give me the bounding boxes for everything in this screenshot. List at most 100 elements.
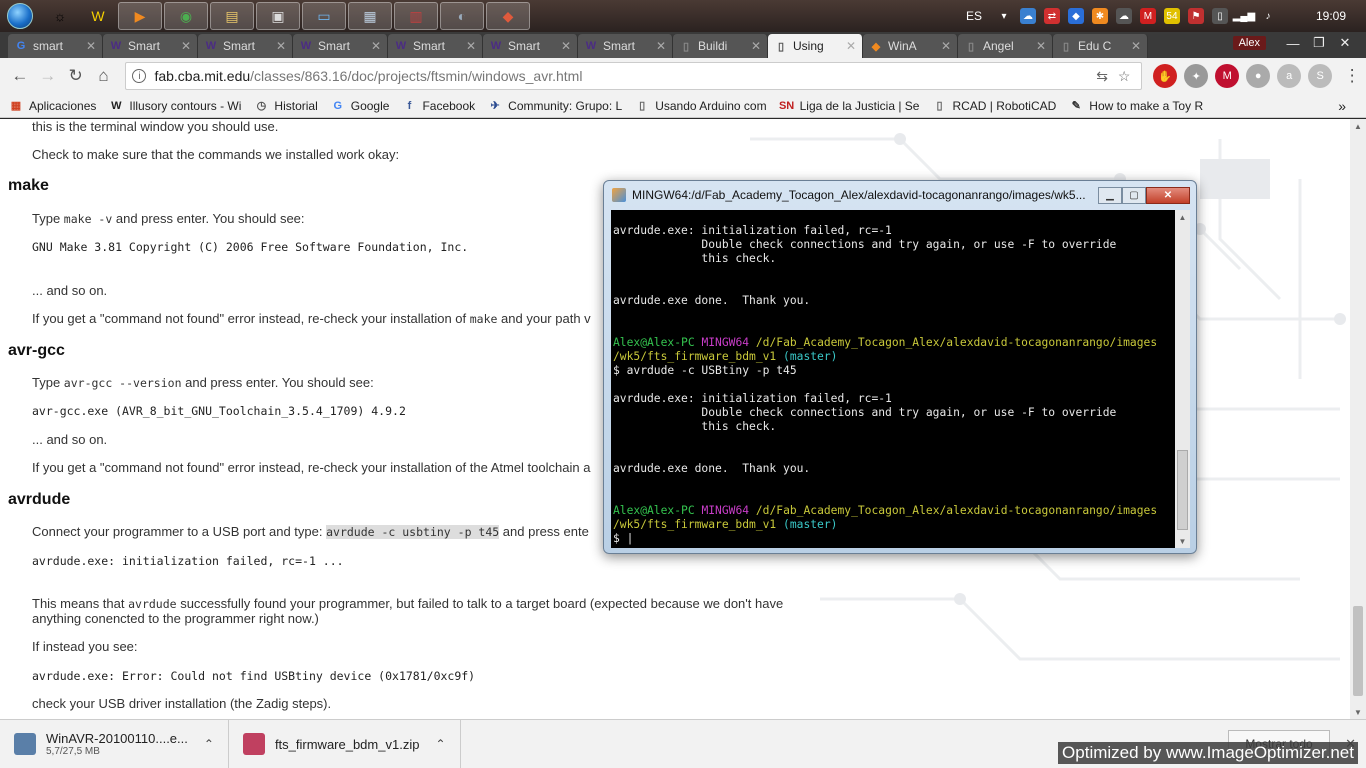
home-button[interactable]: ⌂ <box>90 62 118 90</box>
mega-tray-icon[interactable]: M <box>1139 8 1156 24</box>
taskbar-app-button[interactable]: ☼ <box>42 2 78 30</box>
bookmark-historial[interactable]: ◷ Historial <box>253 98 318 114</box>
taskbar-app-button[interactable]: ◆ <box>486 2 530 30</box>
page-scrollbar[interactable]: ▲ ▼ <box>1350 119 1366 719</box>
reload-button[interactable]: ↻ <box>62 62 90 90</box>
tab-close-icon[interactable]: ✕ <box>86 39 96 53</box>
tab-smart-4[interactable]: W Smart ✕ <box>388 34 483 58</box>
tab-close-icon[interactable]: ✕ <box>371 39 381 53</box>
tab-smart-3[interactable]: W Smart ✕ <box>293 34 388 58</box>
bookmark-toy-robot[interactable]: ✎ How to make a Toy R <box>1068 98 1203 114</box>
bookmark-illusory-contours[interactable]: W Illusory contours - Wi <box>108 98 241 114</box>
volume-tray-icon[interactable]: ♪ <box>1260 8 1276 24</box>
chevron-up-icon[interactable]: ⌃ <box>204 737 214 751</box>
tab-winavr[interactable]: ◆ WinA ✕ <box>863 34 958 58</box>
tab-smart-1[interactable]: W Smart ✕ <box>103 34 198 58</box>
language-indicator[interactable]: ES <box>966 9 982 23</box>
taskbar-app-button[interactable]: ▤ <box>210 2 254 30</box>
download-winavr[interactable]: WinAVR-20100110....e... 5,7/27,5 MB ⌃ <box>0 719 229 768</box>
taskbar-app-button[interactable]: ▣ <box>256 2 300 30</box>
minimize-icon[interactable]: — <box>1280 34 1306 52</box>
close-icon[interactable]: ✕ <box>1332 34 1358 52</box>
tab-close-icon[interactable]: ✕ <box>466 39 476 53</box>
mega-extension-icon[interactable]: M <box>1215 64 1240 88</box>
bookmark-rcad[interactable]: ▯ RCAD | RobotiCAD <box>931 98 1056 114</box>
badge-tray-icon[interactable]: 54 <box>1163 8 1180 24</box>
usb-tray-icon[interactable]: ▯ <box>1211 8 1228 24</box>
cloud-tray-icon[interactable]: ☁ <box>1115 8 1132 24</box>
terminal-minimize-icon[interactable]: ▁ <box>1098 186 1122 204</box>
tab-close-icon[interactable]: ✕ <box>1131 39 1141 53</box>
teamviewer-tray-icon[interactable]: ⇄ <box>1043 8 1060 24</box>
tab-smart-6[interactable]: W Smart ✕ <box>578 34 673 58</box>
mingw64-terminal-window[interactable]: MINGW64:/d/Fab_Academy_Tocagon_Alex/alex… <box>603 180 1197 554</box>
tab-close-icon[interactable]: ✕ <box>276 39 286 53</box>
download-fts-firmware[interactable]: fts_firmware_bdm_v1.zip ⌃ <box>229 719 461 768</box>
back-button[interactable]: ← <box>6 62 34 90</box>
extension-2-icon[interactable]: ✦ <box>1184 64 1209 88</box>
forward-button[interactable]: → <box>34 62 62 90</box>
tab-edu[interactable]: ▯ Edu C ✕ <box>1053 34 1148 58</box>
terminal-scroll-down-icon[interactable]: ▼ <box>1175 534 1190 548</box>
terminal-scrollbar-thumb[interactable] <box>1177 450 1188 530</box>
skype-extension-icon[interactable]: S <box>1308 64 1333 88</box>
address-bar[interactable]: i fab.cba.mit.edu/classes/863.16/doc/pro… <box>125 62 1143 90</box>
taskbar-app-button[interactable]: ▥ <box>394 2 438 30</box>
adblock-extension-icon[interactable]: ✋ <box>1153 64 1178 88</box>
bookmarks-overflow-icon[interactable]: » <box>1338 98 1346 114</box>
tab-favicon-icon: W <box>110 40 122 52</box>
tab-close-icon[interactable]: ✕ <box>846 39 856 53</box>
extension-4-icon[interactable]: ● <box>1246 64 1271 88</box>
bookmark-community-grupo[interactable]: ✈ Community: Grupo: L <box>487 98 623 114</box>
tab-close-icon[interactable]: ✕ <box>656 39 666 53</box>
terminal-maximize-icon[interactable]: ▢ <box>1122 186 1146 204</box>
tab-close-icon[interactable]: ✕ <box>561 39 571 53</box>
terminal-close-icon[interactable]: ✕ <box>1146 186 1190 204</box>
scrollbar-thumb[interactable] <box>1353 606 1363 696</box>
tab-close-icon[interactable]: ✕ <box>941 39 951 53</box>
taskbar-app-button[interactable]: ▶ <box>118 2 162 30</box>
tray-expand-icon[interactable]: ▾ <box>996 8 1012 24</box>
taskbar-app-button[interactable]: ◐ <box>440 2 484 30</box>
tab-close-icon[interactable]: ✕ <box>1036 39 1046 53</box>
extension-5-icon[interactable]: a <box>1277 64 1302 88</box>
taskbar-app-button[interactable]: ▦ <box>348 2 392 30</box>
profile-button[interactable]: Alex <box>1232 36 1266 50</box>
bookmark-liga-justicia[interactable]: SN Liga de la Justicia | Se <box>779 98 920 114</box>
tab-smart-5[interactable]: W Smart ✕ <box>483 34 578 58</box>
scroll-down-icon[interactable]: ▼ <box>1350 705 1366 719</box>
maximize-icon[interactable]: ❐ <box>1306 34 1332 52</box>
start-button[interactable] <box>0 0 40 32</box>
clock[interactable]: 19:09 <box>1316 9 1346 23</box>
taskbar-app-button[interactable]: ▭ <box>302 2 346 30</box>
dropbox-tray-icon[interactable]: ◆ <box>1067 8 1084 24</box>
terminal-title-bar[interactable]: MINGW64:/d/Fab_Academy_Tocagon_Alex/alex… <box>604 181 1196 209</box>
chrome-menu-icon[interactable]: ⋮ <box>1338 62 1366 90</box>
chevron-up-icon[interactable]: ⌃ <box>435 737 445 751</box>
bookmark-aplicaciones[interactable]: ▦ Aplicaciones <box>8 98 97 114</box>
terminal-cursor-prompt[interactable]: $ | <box>613 532 633 545</box>
onedrive-tray-icon[interactable]: ☁ <box>1019 8 1036 24</box>
terminal-scroll-up-icon[interactable]: ▲ <box>1175 210 1190 224</box>
avast-tray-icon[interactable]: ✱ <box>1091 8 1108 24</box>
bookmark-google[interactable]: G Google <box>330 98 389 114</box>
tab-angel[interactable]: ▯ Angel ✕ <box>958 34 1053 58</box>
flag-tray-icon[interactable]: ⚑ <box>1187 8 1204 24</box>
tab-smart-google[interactable]: Gsmart ✕ <box>8 34 103 58</box>
signal-tray-icon[interactable]: ▂▄▆ <box>1233 8 1255 24</box>
info-icon[interactable]: i <box>132 69 147 83</box>
bookmark-usando-arduino[interactable]: ▯ Usando Arduino com <box>634 98 766 114</box>
tab-building[interactable]: ▯ Buildi ✕ <box>673 34 768 58</box>
scroll-up-icon[interactable]: ▲ <box>1350 119 1366 133</box>
tab-close-icon[interactable]: ✕ <box>181 39 191 53</box>
bookmark-facebook[interactable]: f Facebook <box>401 98 476 114</box>
translate-icon[interactable]: ⇆ <box>1091 68 1113 85</box>
bookmark-star-icon[interactable]: ☆ <box>1113 68 1135 85</box>
tab-smart-2[interactable]: W Smart ✕ <box>198 34 293 58</box>
tab-close-icon[interactable]: ✕ <box>751 39 761 53</box>
taskbar-app-button[interactable]: ◉ <box>164 2 208 30</box>
terminal-scrollbar[interactable]: ▲ ▼ <box>1175 210 1190 548</box>
tab-using[interactable]: ▯ Using ✕ <box>768 34 863 58</box>
terminal-output-area[interactable]: avrdude.exe: initialization failed, rc=-… <box>611 210 1190 548</box>
taskbar-app-button[interactable]: W <box>80 2 116 30</box>
